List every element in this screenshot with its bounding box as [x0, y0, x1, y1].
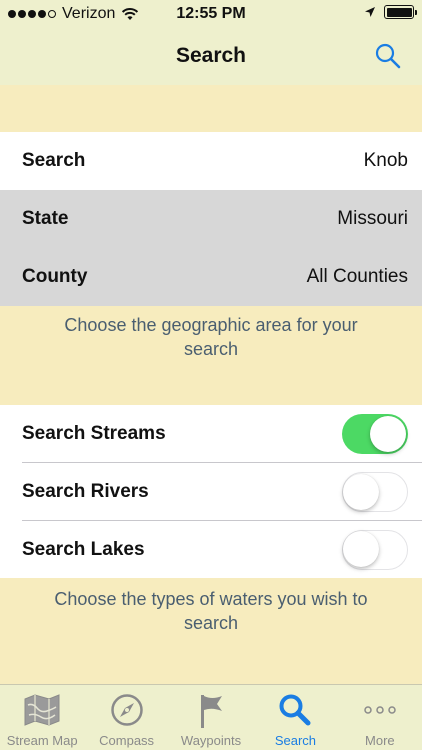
search-lakes-toggle[interactable] [342, 529, 408, 570]
row-label: State [22, 208, 69, 229]
county-row[interactable]: County All Counties [0, 248, 422, 306]
section-header-spacer [0, 85, 422, 132]
search-icon[interactable] [374, 42, 402, 70]
tab-stream-map[interactable]: Stream Map [0, 685, 84, 750]
tab-bar: Stream Map Compass Waypoints Search More [0, 684, 422, 750]
tab-search[interactable]: Search [253, 685, 337, 750]
more-icon [364, 706, 396, 714]
search-lakes-row: Search Lakes [0, 521, 422, 578]
search-rivers-toggle[interactable] [342, 472, 408, 512]
row-label: Search Lakes [22, 538, 145, 560]
row-label: Search Rivers [22, 481, 149, 502]
battery-icon [384, 5, 417, 19]
status-time: 12:55 PM [176, 5, 246, 22]
search-streams-toggle[interactable] [342, 414, 408, 454]
water-section-footer: Choose the types of waters you wish to s… [54, 589, 368, 633]
compass-icon [110, 694, 143, 726]
status-right [364, 5, 417, 19]
tab-label: More [365, 733, 395, 748]
status-bar: Verizon 12:55 PM [0, 0, 422, 28]
row-label: Search [22, 150, 86, 171]
row-label: Search Streams [22, 423, 166, 444]
tab-label: Compass [99, 733, 155, 748]
location-arrow-icon [365, 7, 375, 17]
area-section-footer: Choose the geographic area for your sear… [64, 315, 358, 359]
search-streams-row: Search Streams [0, 405, 422, 463]
state-row[interactable]: State Missouri [0, 190, 422, 248]
row-value: All Counties [306, 266, 408, 287]
search-rivers-row: Search Rivers [0, 463, 422, 521]
row-label: County [22, 266, 88, 287]
search-term-row[interactable]: Search Knob [0, 132, 422, 190]
tab-waypoints[interactable]: Waypoints [169, 685, 253, 750]
map-icon [24, 694, 60, 726]
flag-icon [201, 695, 223, 728]
tab-label: Waypoints [180, 733, 242, 748]
tab-compass[interactable]: Compass [84, 685, 168, 750]
row-value: Knob [363, 150, 408, 171]
row-value: Missouri [337, 208, 408, 229]
tab-label: Search [274, 733, 317, 748]
page-title: Search [175, 44, 247, 67]
navigation-bar: Search [0, 28, 422, 85]
tab-more[interactable]: More [338, 685, 422, 750]
tab-label: Stream Map [6, 733, 78, 748]
search-icon [279, 694, 311, 726]
